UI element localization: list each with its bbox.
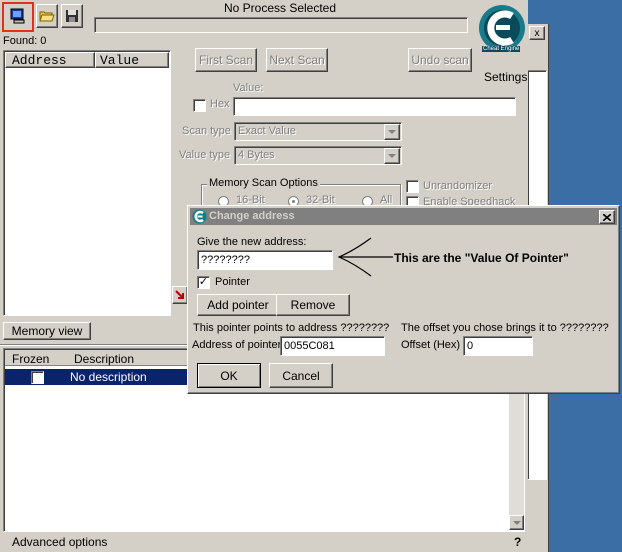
memory-view-button[interactable]: Memory view (3, 322, 91, 340)
column-value[interactable]: Value (95, 52, 169, 68)
open-process-button[interactable] (2, 2, 34, 32)
first-scan-button[interactable]: First Scan (195, 48, 257, 72)
value-input[interactable] (233, 97, 516, 116)
new-address-input[interactable]: ???????? (197, 250, 333, 270)
ok-button[interactable]: OK (197, 363, 261, 388)
column-frozen[interactable]: Frozen (12, 352, 49, 366)
column-address[interactable]: Address (5, 52, 95, 68)
annotation-text: This are the "Value Of Pointer" (394, 251, 569, 265)
address-of-pointer-value: 0055C081 (284, 340, 335, 352)
value-type-value: 4 Bytes (238, 149, 275, 161)
remove-button[interactable]: Remove (276, 294, 350, 316)
address-of-pointer-label: Address of pointer (192, 339, 282, 351)
chevron-down-icon[interactable] (384, 148, 400, 164)
found-count: Found: 0 (3, 35, 47, 47)
pointer-label: Pointer (215, 276, 250, 288)
process-title: No Process Selected (223, 1, 337, 15)
open-file-button[interactable] (36, 4, 58, 28)
save-button[interactable] (61, 4, 83, 28)
column-description[interactable]: Description (74, 352, 134, 366)
memory-scan-options-label: Memory Scan Options (207, 177, 320, 189)
frozen-checkbox[interactable] (31, 371, 44, 384)
results-header: Address Value (5, 52, 169, 68)
cheat-engine-small-icon (192, 209, 207, 224)
give-new-address-label: Give the new address: (197, 236, 307, 248)
cheat-engine-logo[interactable]: Cheat Engine (476, 2, 528, 70)
value-type-label: Value type (179, 149, 231, 161)
add-address-manually-button[interactable] (172, 286, 188, 304)
pointer-checkbox[interactable]: ✓ (197, 276, 210, 289)
scan-type-value: Exact Value (238, 125, 296, 137)
scroll-down-button[interactable] (509, 515, 524, 530)
close-icon (603, 213, 611, 221)
points-to-label: This pointer points to address ???????? (193, 322, 390, 334)
advanced-options[interactable]: Advanced options (12, 535, 107, 549)
change-address-dialog: Change address Give the new address: ???… (187, 205, 620, 394)
scan-type-label: Scan type (182, 125, 231, 137)
undo-scan-button[interactable]: Undo scan (408, 48, 472, 72)
chevron-down-icon[interactable] (384, 124, 400, 140)
dialog-titlebar[interactable]: Change address (190, 208, 617, 225)
offset-brings-label: The offset you chose brings it to ??????… (401, 322, 609, 334)
arrow-down-right-icon (175, 290, 184, 299)
floppy-disk-icon (66, 10, 78, 22)
add-pointer-button[interactable]: Add pointer (197, 294, 279, 316)
help-mark[interactable]: ? (514, 535, 521, 549)
dialog-close-button[interactable] (599, 210, 615, 224)
annotation-arrow (337, 237, 393, 277)
hex-label: Hex (210, 98, 230, 110)
offset-value: 0 (467, 340, 474, 352)
folder-open-icon (39, 11, 55, 22)
offset-label: Offset (Hex) (401, 339, 461, 351)
cancel-button[interactable]: Cancel (269, 363, 333, 388)
address-of-pointer-input[interactable]: 0055C081 (280, 336, 385, 356)
background-close-button[interactable]: x (529, 26, 545, 40)
unrandomizer-checkbox[interactable] (406, 180, 419, 193)
dialog-title: Change address (209, 210, 295, 222)
new-address-value: ???????? (201, 254, 250, 266)
unrandomizer-label: Unrandomizer (423, 180, 493, 192)
progress-bar (94, 17, 468, 33)
results-list[interactable]: Address Value (3, 50, 171, 316)
settings-label[interactable]: Settings (484, 70, 527, 84)
scan-type-select[interactable]: Exact Value (234, 122, 402, 141)
computer-icon (10, 8, 26, 24)
row-description: No description (70, 370, 147, 384)
hex-checkbox[interactable] (193, 99, 206, 112)
value-label: Value: (233, 82, 264, 94)
offset-input[interactable]: 0 (463, 336, 533, 356)
value-type-select[interactable]: 4 Bytes (234, 146, 402, 165)
logo-text: Cheat Engine (482, 46, 521, 52)
next-scan-button[interactable]: Next Scan (266, 48, 328, 72)
